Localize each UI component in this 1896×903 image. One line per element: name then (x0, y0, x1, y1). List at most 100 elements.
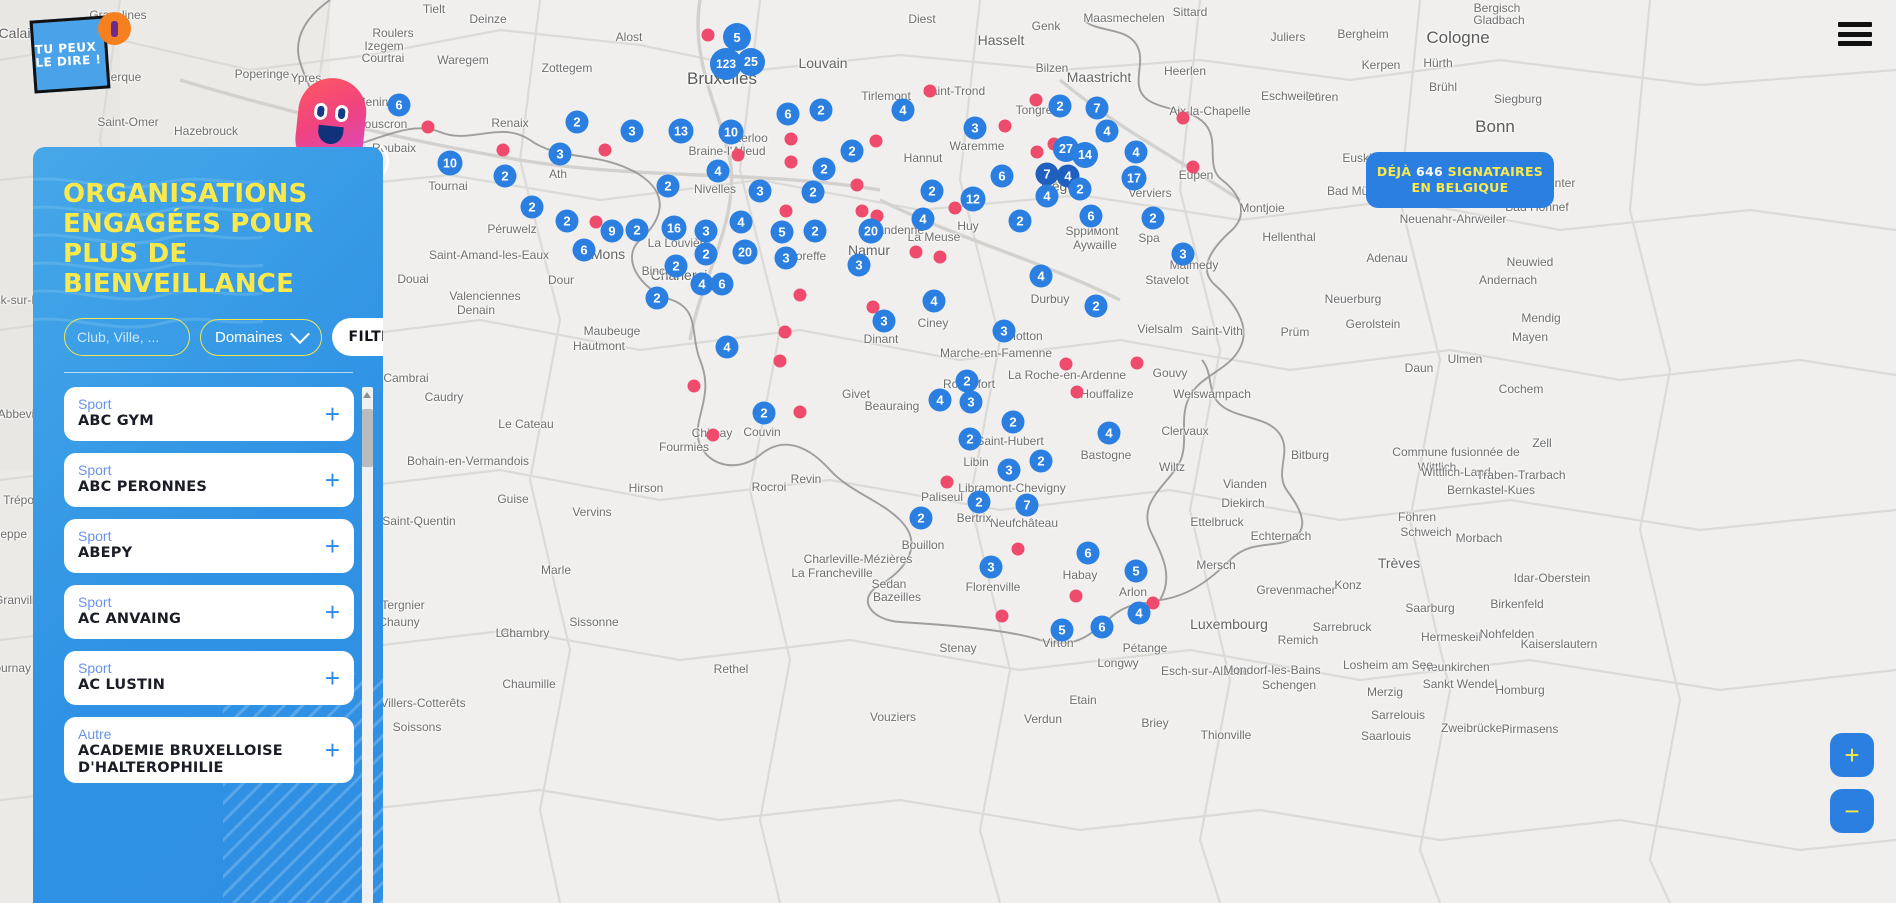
map-cluster-marker[interactable]: 4 (1124, 140, 1148, 164)
map-cluster-marker[interactable]: 2 (555, 209, 579, 233)
map-pin-marker[interactable] (779, 204, 793, 218)
domains-dropdown[interactable]: Domaines (200, 318, 322, 356)
map-cluster-marker[interactable]: 2 (1084, 294, 1108, 318)
map-pin-marker[interactable] (784, 132, 798, 146)
hamburger-menu-icon[interactable] (1838, 22, 1872, 46)
map-pin-marker[interactable] (995, 609, 1009, 623)
map-pin-marker[interactable] (773, 354, 787, 368)
list-scrollbar[interactable] (362, 387, 373, 903)
map-cluster-marker[interactable]: 7 (1085, 96, 1109, 120)
map-cluster-marker[interactable]: 5 (1050, 618, 1074, 642)
map-cluster-marker[interactable]: 16 (661, 215, 687, 241)
map-cluster-marker[interactable]: 3 (694, 219, 718, 243)
map-cluster-marker[interactable]: 2 (752, 401, 776, 425)
map-cluster-marker[interactable]: 10 (718, 119, 744, 145)
map-pin-marker[interactable] (1029, 93, 1043, 107)
map-cluster-marker[interactable]: 3 (992, 319, 1016, 343)
map-pin-marker[interactable] (793, 405, 807, 419)
map-cluster-marker[interactable]: 2 (565, 110, 589, 134)
map-cluster-marker[interactable]: 9 (600, 219, 624, 243)
map-pin-marker[interactable] (869, 134, 883, 148)
map-pin-marker[interactable] (793, 288, 807, 302)
map-pin-marker[interactable] (923, 84, 937, 98)
map-cluster-marker[interactable]: 3 (1171, 242, 1195, 266)
map-cluster-marker[interactable]: 2 (625, 218, 649, 242)
map-pin-marker[interactable] (1186, 160, 1200, 174)
map-cluster-marker[interactable]: 3 (963, 116, 987, 140)
map-cluster-marker[interactable]: 2 (493, 164, 517, 188)
map-pin-marker[interactable] (706, 428, 720, 442)
map-pin-marker[interactable] (1069, 589, 1083, 603)
map-cluster-marker[interactable]: 3 (774, 246, 798, 270)
map-cluster-marker[interactable]: 2 (801, 180, 825, 204)
map-pin-marker[interactable] (1176, 111, 1190, 125)
scroll-up-icon[interactable] (363, 392, 371, 398)
map-cluster-marker[interactable]: 6 (710, 272, 734, 296)
map-pin-marker[interactable] (496, 143, 510, 157)
map-cluster-marker[interactable]: 3 (959, 390, 983, 414)
map-cluster-marker[interactable]: 5 (723, 23, 751, 51)
map-pin-marker[interactable] (1011, 542, 1025, 556)
map-cluster-marker[interactable]: 2 (1048, 94, 1072, 118)
zoom-out-button[interactable]: − (1830, 789, 1874, 833)
map-cluster-marker[interactable]: 6 (990, 164, 1014, 188)
map-cluster-marker[interactable]: 3 (872, 309, 896, 333)
map-cluster-marker[interactable]: 2 (1029, 449, 1053, 473)
map-cluster-marker[interactable]: 25 (737, 48, 765, 76)
map-cluster-marker[interactable]: 13 (668, 118, 694, 144)
map-cluster-marker[interactable]: 2 (1141, 206, 1165, 230)
organisation-card[interactable]: Sport AC LUSTIN + (64, 651, 354, 705)
map-cluster-marker[interactable]: 2 (520, 195, 544, 219)
map-cluster-marker[interactable]: 6 (1090, 615, 1114, 639)
organisation-card[interactable]: Sport AC ANVAING + (64, 585, 354, 639)
plus-icon[interactable]: + (325, 533, 340, 559)
map-cluster-marker[interactable]: 4 (1029, 264, 1053, 288)
organisation-card[interactable]: Autre ACADEMIE BRUXELLOISE D'HALTEROPHILI… (64, 717, 354, 783)
plus-icon[interactable]: + (325, 467, 340, 493)
plus-icon[interactable]: + (325, 665, 340, 691)
map-cluster-marker[interactable]: 2 (656, 174, 680, 198)
map-cluster-marker[interactable]: 20 (732, 239, 758, 265)
map-cluster-marker[interactable]: 4 (715, 335, 739, 359)
map-cluster-marker[interactable]: 3 (847, 253, 871, 277)
map-cluster-marker[interactable]: 12 (960, 186, 986, 212)
map-cluster-marker[interactable]: 3 (979, 555, 1003, 579)
filter-button[interactable]: FILTRER (331, 318, 383, 356)
map-cluster-marker[interactable]: 2 (812, 157, 836, 181)
map-cluster-marker[interactable]: 2 (1068, 177, 1092, 201)
map-cluster-marker[interactable]: 4 (911, 207, 935, 231)
map-cluster-marker[interactable]: 2 (909, 506, 933, 530)
map-cluster-marker[interactable]: 2 (809, 98, 833, 122)
map-cluster-marker[interactable]: 2 (803, 219, 827, 243)
plus-icon[interactable]: + (325, 599, 340, 625)
map-cluster-marker[interactable]: 4 (891, 98, 915, 122)
organisation-card[interactable]: Sport ABC PERONNES + (64, 453, 354, 507)
map-cluster-marker[interactable]: 14 (1072, 142, 1098, 168)
map-cluster-marker[interactable]: 7 (1035, 162, 1059, 186)
map-cluster-marker[interactable]: 3 (620, 119, 644, 143)
map-pin-marker[interactable] (598, 143, 612, 157)
map-pin-marker[interactable] (731, 148, 745, 162)
map-cluster-marker[interactable]: 2 (958, 427, 982, 451)
scrollbar-thumb[interactable] (362, 409, 373, 467)
map-cluster-marker[interactable]: 2 (645, 286, 669, 310)
map-pin-marker[interactable] (1059, 357, 1073, 371)
map-cluster-marker[interactable]: 20 (858, 218, 884, 244)
map-pin-marker[interactable] (778, 325, 792, 339)
map-cluster-marker[interactable]: 3 (548, 142, 572, 166)
map-cluster-marker[interactable]: 2 (664, 254, 688, 278)
organisation-card[interactable]: Sport ABC GYM + (64, 387, 354, 441)
organisation-list[interactable]: Sport ABC GYM + Sport ABC PERONNES + Sport ABEP… (64, 387, 354, 903)
map-cluster-marker[interactable]: 6 (387, 93, 411, 117)
map-cluster-marker[interactable]: 2 (694, 242, 718, 266)
map-cluster-marker[interactable]: 2 (920, 179, 944, 203)
map-cluster-marker[interactable]: 4 (922, 289, 946, 313)
map-pin-marker[interactable] (784, 155, 798, 169)
map-pin-marker[interactable] (850, 178, 864, 192)
map-pin-marker[interactable] (1070, 385, 1084, 399)
map-pin-marker[interactable] (948, 201, 962, 215)
map-cluster-marker[interactable]: 2 (1001, 410, 1025, 434)
map-pin-marker[interactable] (421, 120, 435, 134)
search-input[interactable] (64, 318, 190, 356)
map-cluster-marker[interactable]: 3 (748, 179, 772, 203)
